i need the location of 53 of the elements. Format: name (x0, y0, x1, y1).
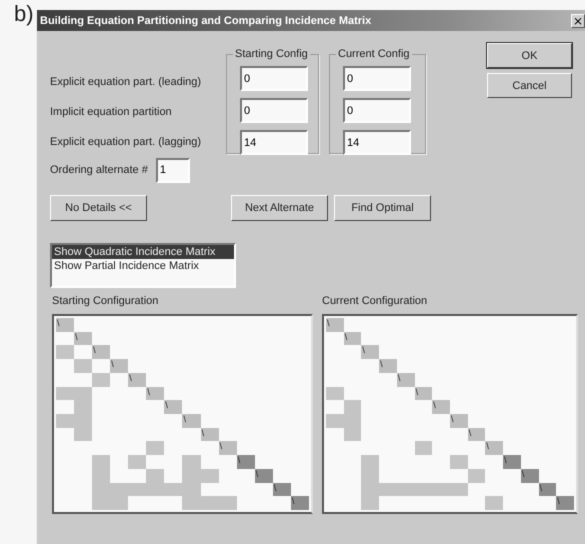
matrix-cell: \ (236, 455, 255, 469)
matrix-cell: \ (432, 400, 450, 414)
matrix-cell: \ (396, 372, 415, 387)
matrix-cell: \ (503, 455, 521, 469)
matrix-title: Current Configuration (322, 295, 428, 309)
matrix-cell: \ (92, 345, 110, 360)
window-title: Building Equation Partitioning and Comparing Incidence Matrix (40, 14, 372, 26)
matrix-cell: \ (520, 468, 539, 483)
matrix-cell: \ (344, 332, 362, 346)
action-button[interactable]: Find Optimal (334, 195, 431, 221)
matrix-cell: \ (128, 372, 146, 387)
matrix-cell: \ (182, 414, 201, 428)
matrix-cell: \ (290, 496, 309, 510)
list-item[interactable]: Show Quadratic Incidence Matrix (52, 245, 234, 259)
matrix-cell: \ (272, 482, 291, 496)
input-field[interactable]: 1 (156, 158, 190, 182)
matrix-cell: \ (485, 441, 504, 456)
matrix-cell: \ (218, 441, 237, 456)
ok-button[interactable]: OK (487, 43, 572, 68)
matrix-cell: \ (254, 468, 273, 483)
input-field[interactable]: 0 (240, 66, 308, 91)
matrix-cell: \ (556, 496, 574, 510)
close-button[interactable]: × (571, 14, 585, 28)
matrix-cell: \ (110, 359, 128, 373)
action-button[interactable]: Next Alternate (231, 195, 328, 221)
list-item[interactable]: Show Partial Incidence Matrix (52, 259, 234, 273)
input-field[interactable]: 14 (343, 130, 411, 155)
matrix-cell: \ (361, 345, 380, 360)
field-label: Implicit equation partition (50, 106, 172, 118)
details-button[interactable]: No Details << (50, 195, 147, 221)
input-field[interactable]: 14 (240, 130, 308, 155)
matrix-cell: \ (414, 386, 432, 400)
field-label: Ordering alternate # (50, 164, 148, 176)
matrix-cell: \ (200, 428, 219, 442)
matrix-cell: \ (56, 318, 74, 332)
matrix-title: Starting Configuration (52, 295, 160, 309)
cancel-button[interactable]: Cancel (487, 73, 572, 98)
matrix-cell: \ (468, 428, 486, 442)
group-label: Current Config (337, 48, 411, 60)
matrix-cell: \ (326, 318, 344, 332)
matrix-cell: \ (450, 414, 468, 428)
input-field[interactable]: 0 (240, 98, 308, 123)
input-field[interactable]: 0 (343, 66, 411, 91)
field-label: Explicit equation part. (lagging) (50, 136, 202, 148)
figure-label: b) (13, 0, 35, 27)
matrix-cell: \ (146, 386, 164, 400)
input-field[interactable]: 0 (343, 98, 411, 123)
matrix-cell: \ (379, 359, 397, 373)
matrix-cell: \ (74, 332, 92, 346)
field-label: Explicit equation part. (leading) (50, 76, 202, 88)
matrix-cell: \ (164, 400, 182, 414)
group-label: Starting Config (234, 48, 309, 60)
matrix-cell: \ (538, 482, 556, 496)
